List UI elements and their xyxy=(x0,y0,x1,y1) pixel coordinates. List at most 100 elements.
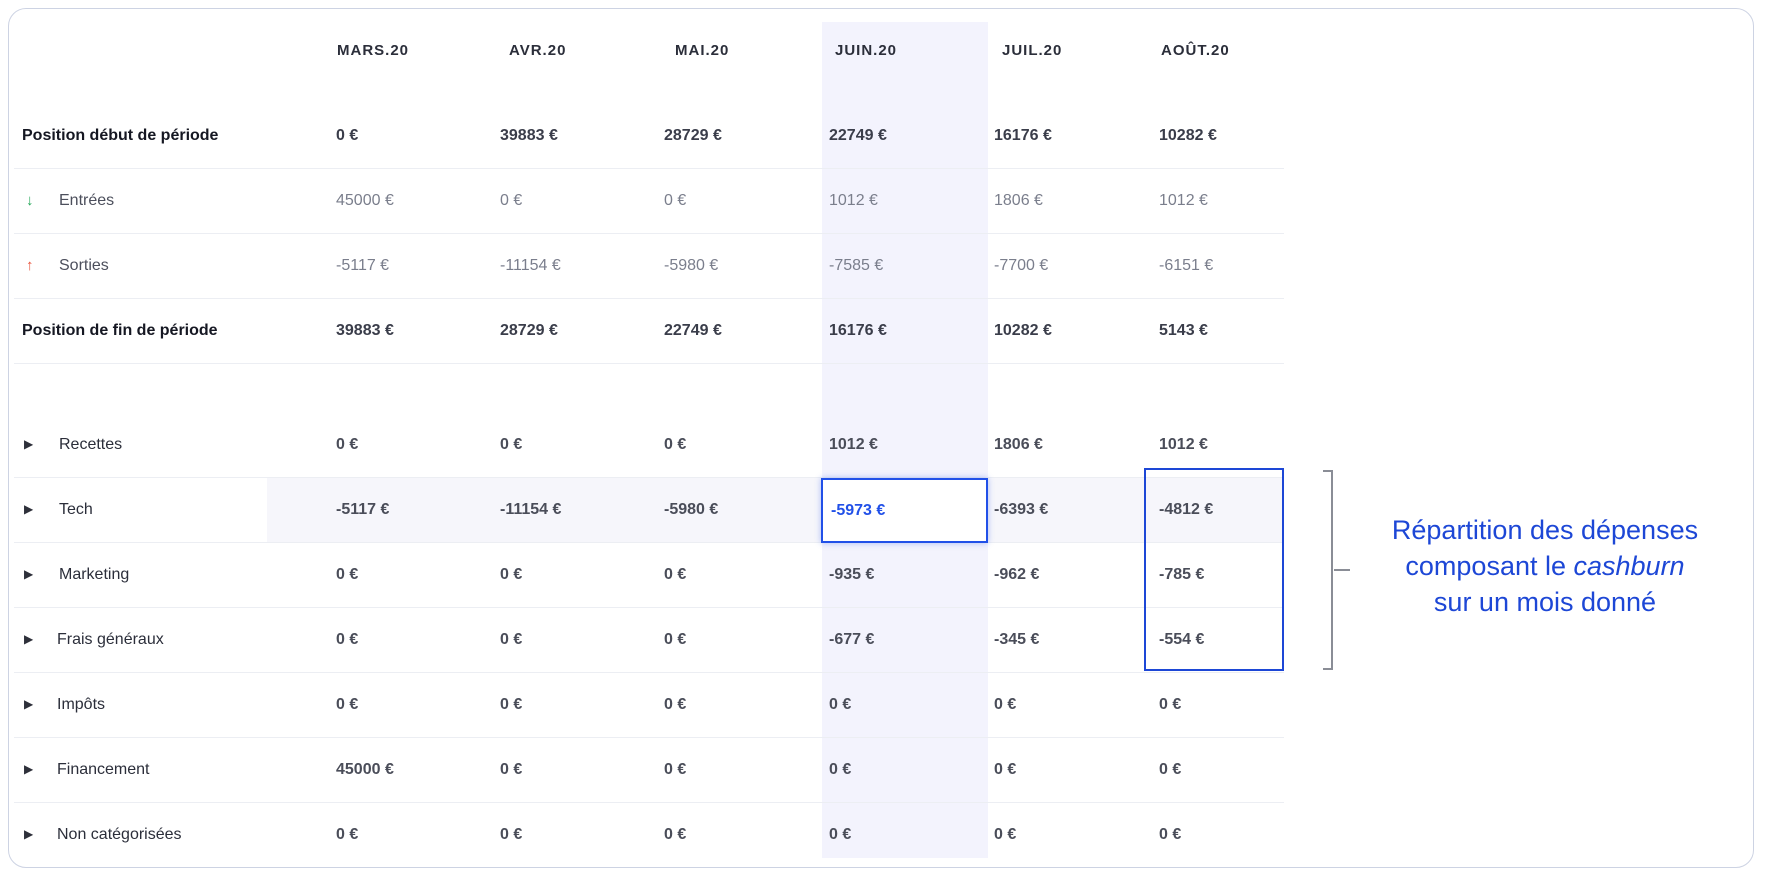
annotation-text: Répartition des dépenses composant le ca… xyxy=(1360,512,1730,620)
selected-cell-value: -5973 € xyxy=(831,502,886,519)
selected-cell[interactable]: -5973 € xyxy=(821,478,988,543)
caret-right-icon[interactable]: ▶ xyxy=(24,477,33,542)
value-cell[interactable]: -962 € xyxy=(994,542,1039,607)
value-cell[interactable]: 1012 € xyxy=(829,412,878,477)
row-label: Financement xyxy=(57,761,150,778)
value-cell[interactable]: -11154 € xyxy=(500,477,561,542)
value-cell: 5143 € xyxy=(1159,322,1208,339)
value-cell: 16176 € xyxy=(829,322,887,339)
value-cell[interactable]: 0 € xyxy=(664,672,686,737)
value-cell: 45000 € xyxy=(336,192,394,209)
value-cell[interactable]: -5117 € xyxy=(336,477,389,542)
row-label: Tech xyxy=(59,501,93,518)
value-cell: -5980 € xyxy=(664,257,719,274)
value-cell: 22749 € xyxy=(664,322,722,339)
value-cell[interactable]: 0 € xyxy=(500,607,522,672)
value-cell[interactable]: 0 € xyxy=(336,607,358,672)
annotation-bracket xyxy=(1323,470,1333,670)
value-cell[interactable]: 45000 € xyxy=(336,737,394,802)
value-cell[interactable]: 0 € xyxy=(1159,737,1181,802)
row-label: Position de fin de période xyxy=(22,322,218,339)
value-cell[interactable]: 0 € xyxy=(336,672,358,737)
value-cell[interactable]: 0 € xyxy=(336,412,358,477)
row-label: Entrées xyxy=(59,192,115,209)
value-cell[interactable]: -6393 € xyxy=(994,477,1048,542)
category-row-marketing[interactable]: ▶ Marketing 0 € 0 € 0 € -935 € -962 € -7… xyxy=(14,542,1284,608)
category-row-financement[interactable]: ▶ Financement 45000 € 0 € 0 € 0 € 0 € 0 … xyxy=(14,737,1284,803)
annotation-line-3: sur un mois donné xyxy=(1433,587,1657,617)
column-header-mai[interactable]: MAI.20 xyxy=(675,42,729,59)
value-cell[interactable]: -345 € xyxy=(994,607,1039,672)
value-cell: 1806 € xyxy=(994,192,1043,209)
value-cell[interactable]: 0 € xyxy=(664,737,686,802)
value-cell[interactable]: -677 € xyxy=(829,607,874,672)
value-cell[interactable]: 0 € xyxy=(664,412,686,477)
value-cell[interactable]: 0 € xyxy=(336,542,358,607)
annotation-bracket-tick xyxy=(1334,569,1350,571)
column-header-juin[interactable]: JUIN.20 xyxy=(835,42,897,59)
caret-right-icon[interactable]: ▶ xyxy=(24,672,33,737)
category-row-tech[interactable]: ▶ Tech -5117 € -11154 € -5980 € -6393 € … xyxy=(14,477,1284,543)
caret-right-icon[interactable]: ▶ xyxy=(24,607,33,672)
value-cell: 0 € xyxy=(664,192,687,209)
annotation-line-2: composant le cashburn xyxy=(1360,548,1730,584)
annotation-line-1: Répartition des dépenses xyxy=(1391,515,1699,545)
caret-right-icon[interactable]: ▶ xyxy=(24,542,33,607)
value-cell: 39883 € xyxy=(500,127,558,144)
row-position-fin: Position de fin de période 39883 € 28729… xyxy=(14,298,1284,364)
arrow-up-icon: ↑ xyxy=(26,257,34,274)
column-header-mars[interactable]: MARS.20 xyxy=(337,42,409,59)
value-cell[interactable]: 0 € xyxy=(500,412,522,477)
caret-right-icon[interactable]: ▶ xyxy=(24,412,33,477)
value-cell[interactable]: -935 € xyxy=(829,542,874,607)
value-cell[interactable]: 0 € xyxy=(1159,672,1181,737)
value-cell[interactable]: 0 € xyxy=(500,672,522,737)
row-label: Position début de période xyxy=(22,127,219,144)
row-sorties[interactable]: ↑ Sorties -5117 € -11154 € -5980 € -7585… xyxy=(14,233,1284,299)
value-cell[interactable]: 0 € xyxy=(994,802,1016,867)
value-cell[interactable]: 0 € xyxy=(500,542,522,607)
value-cell: 28729 € xyxy=(664,127,722,144)
value-cell[interactable]: 0 € xyxy=(994,737,1016,802)
category-row-recettes[interactable]: ▶ Recettes 0 € 0 € 0 € 1012 € 1806 € 101… xyxy=(14,412,1284,478)
row-entrees[interactable]: ↓ Entrées 45000 € 0 € 0 € 1012 € 1806 € … xyxy=(14,168,1284,234)
value-cell[interactable]: 1806 € xyxy=(994,412,1043,477)
expense-breakdown-box xyxy=(1144,468,1284,671)
category-row-impots[interactable]: ▶ Impôts 0 € 0 € 0 € 0 € 0 € 0 € xyxy=(14,672,1284,738)
value-cell[interactable]: 0 € xyxy=(829,802,851,867)
annotation-cashburn: cashburn xyxy=(1573,551,1685,581)
value-cell[interactable]: 0 € xyxy=(829,672,851,737)
value-cell: 28729 € xyxy=(500,322,558,339)
caret-right-icon[interactable]: ▶ xyxy=(24,737,33,802)
value-cell: 16176 € xyxy=(994,127,1052,144)
value-cell[interactable]: 0 € xyxy=(829,737,851,802)
value-cell: -7700 € xyxy=(994,257,1049,274)
value-cell: 10282 € xyxy=(994,322,1052,339)
value-cell[interactable]: 0 € xyxy=(664,607,686,672)
column-header-avr[interactable]: AVR.20 xyxy=(509,42,566,59)
arrow-down-icon: ↓ xyxy=(26,192,34,209)
row-position-debut: Position début de période 0 € 39883 € 28… xyxy=(14,103,1284,169)
row-label: Impôts xyxy=(57,696,106,713)
row-label: Sorties xyxy=(59,257,109,274)
value-cell[interactable]: 0 € xyxy=(500,737,522,802)
row-label: Non catégorisées xyxy=(57,826,182,843)
value-cell[interactable]: -5980 € xyxy=(664,477,718,542)
value-cell[interactable]: 0 € xyxy=(664,802,686,867)
value-cell: -6151 € xyxy=(1159,257,1214,274)
annotation-line-2-prefix: composant le xyxy=(1405,551,1574,581)
value-cell: 0 € xyxy=(336,127,359,144)
value-cell[interactable]: 0 € xyxy=(1159,802,1181,867)
value-cell[interactable]: 0 € xyxy=(664,542,686,607)
value-cell: 10282 € xyxy=(1159,127,1217,144)
value-cell[interactable]: 0 € xyxy=(336,802,358,867)
column-header-juil[interactable]: JUIL.20 xyxy=(1002,42,1062,59)
row-label: Frais généraux xyxy=(57,631,164,648)
caret-right-icon[interactable]: ▶ xyxy=(24,802,33,867)
category-row-non-categorisees[interactable]: ▶ Non catégorisées 0 € 0 € 0 € 0 € 0 € 0… xyxy=(14,802,1284,867)
category-row-frais-generaux[interactable]: ▶ Frais généraux 0 € 0 € 0 € -677 € -345… xyxy=(14,607,1284,673)
column-header-aout[interactable]: AOÛT.20 xyxy=(1161,42,1230,59)
row-label: Recettes xyxy=(59,436,123,453)
value-cell[interactable]: 0 € xyxy=(500,802,522,867)
value-cell[interactable]: 0 € xyxy=(994,672,1016,737)
